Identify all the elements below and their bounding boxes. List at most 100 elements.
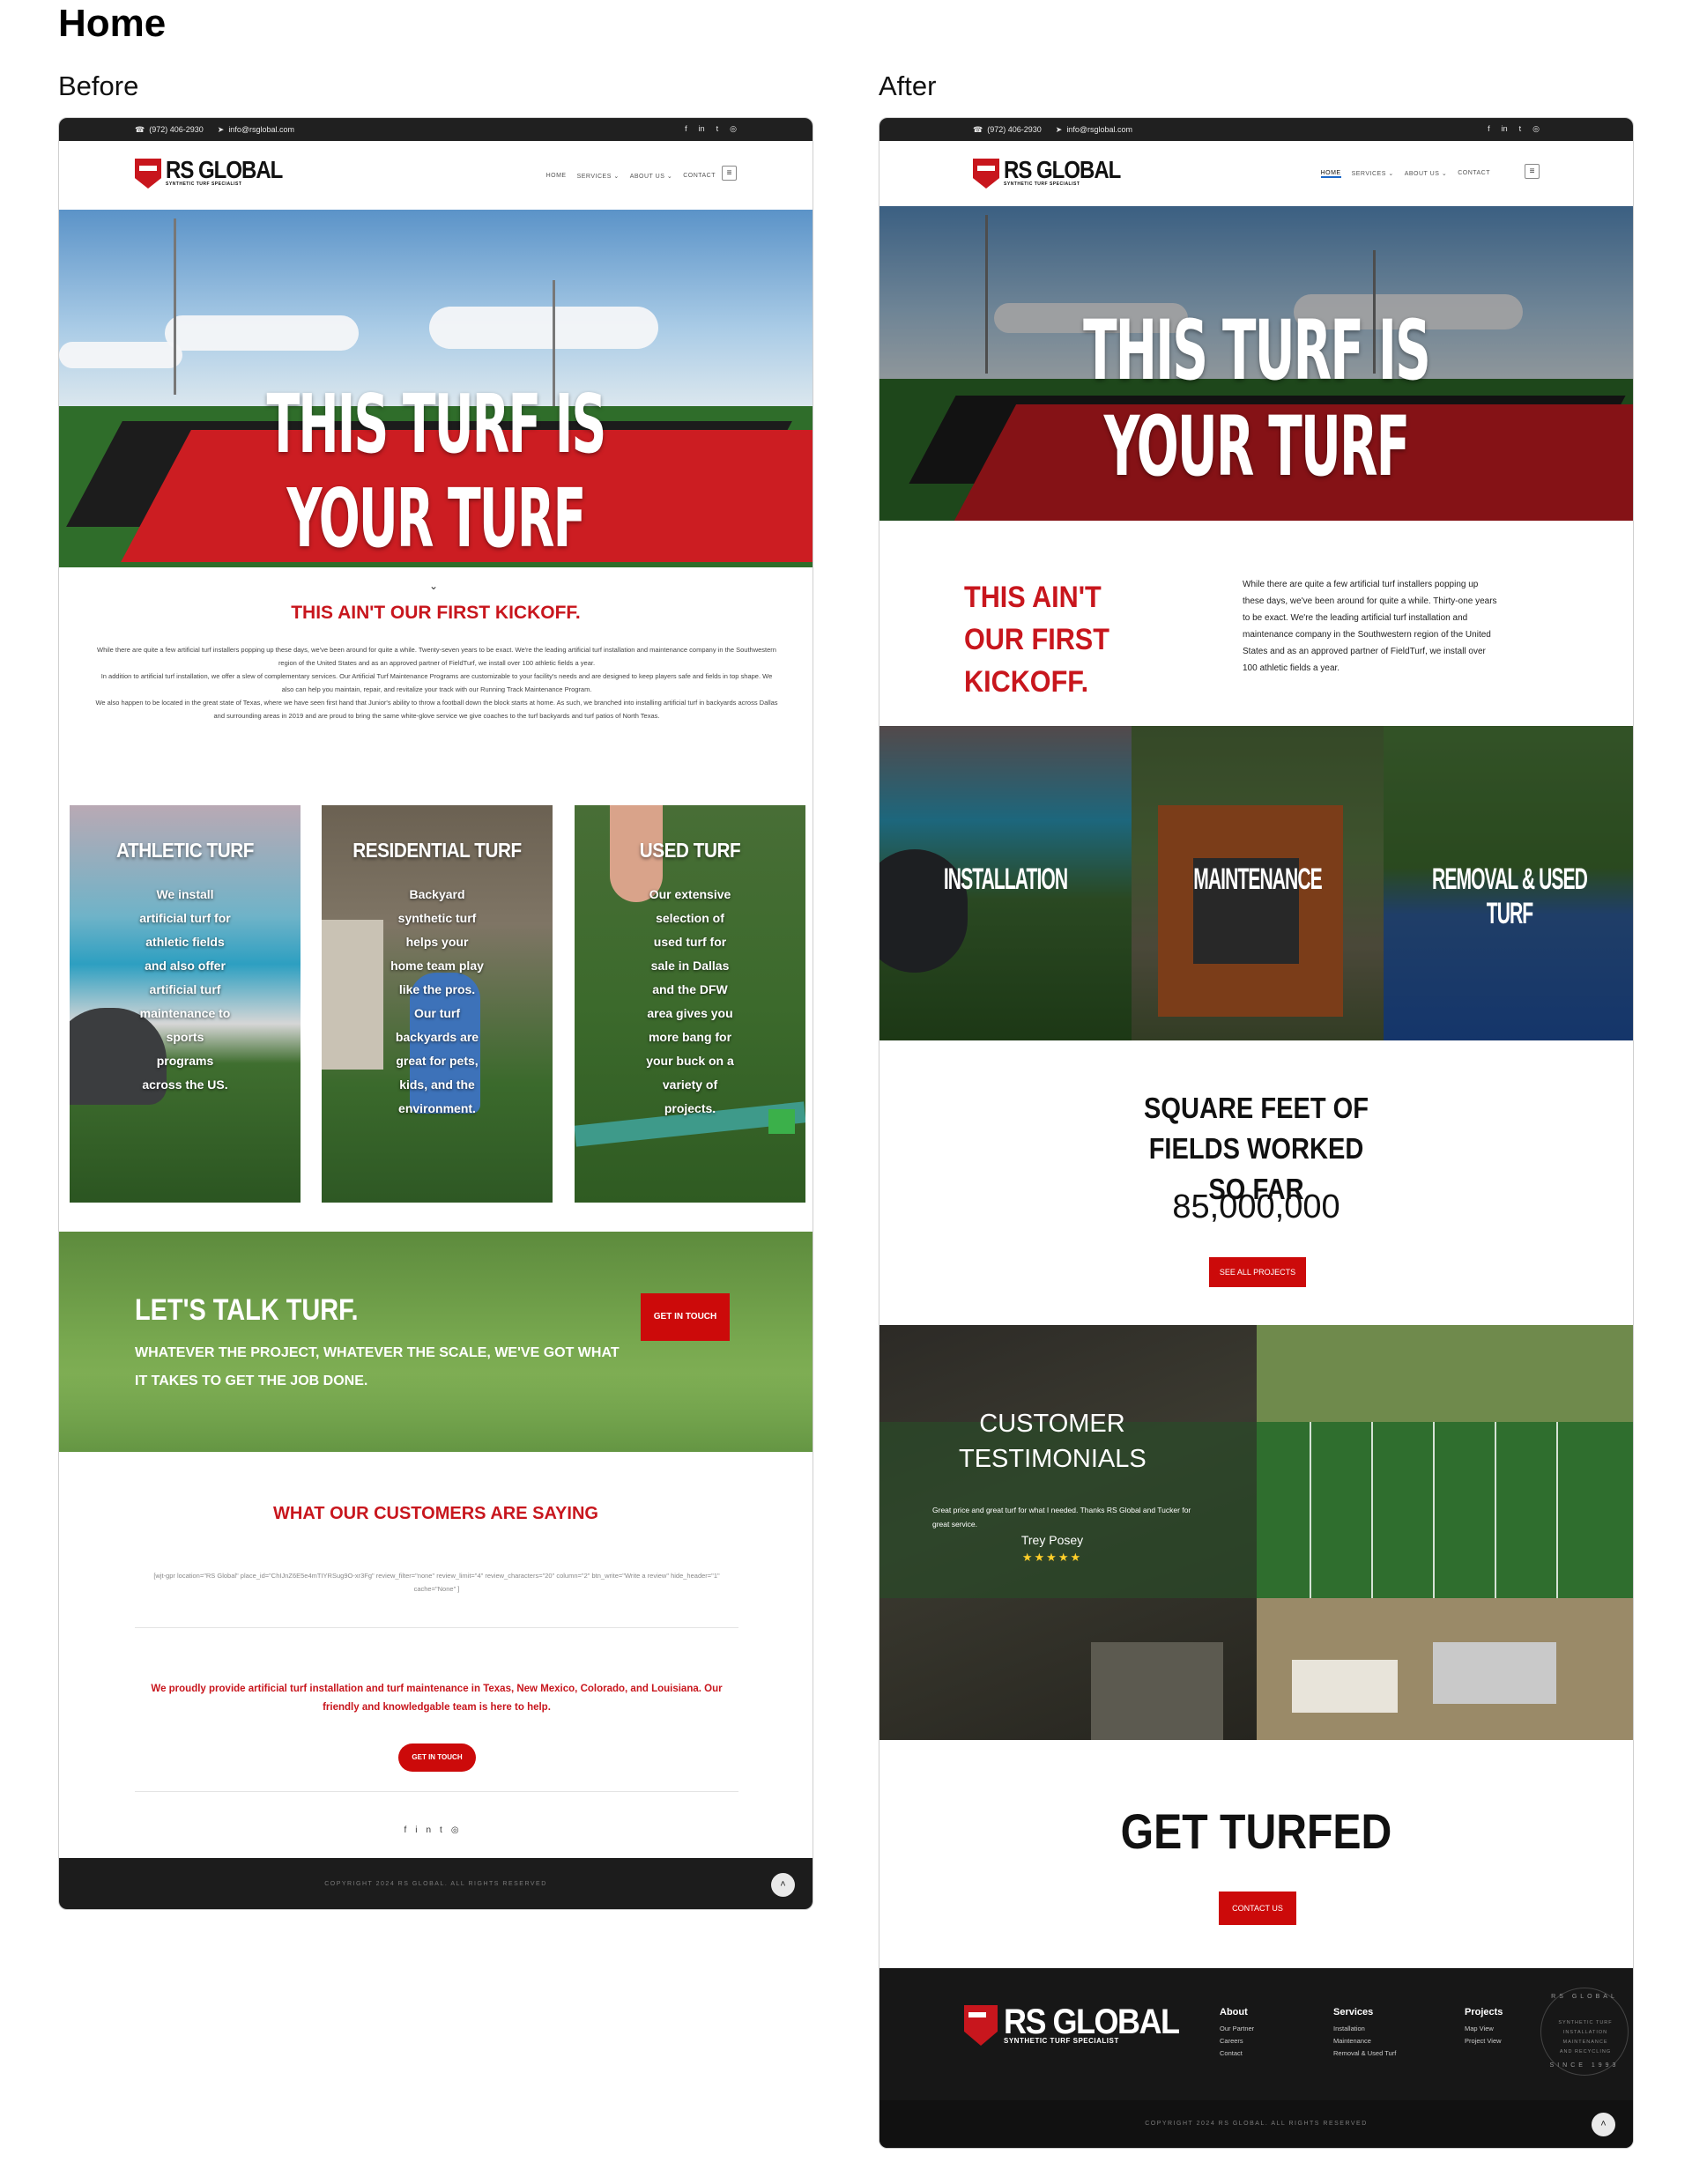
nav-about-label: ABOUT US [1404,171,1440,177]
top-bar: ☎ (972) 406-2930 ➤ info@rsglobal.com f in … [879,118,1633,141]
card-body: Our extensive selection of used turf for… [646,887,734,1115]
footer-link[interactable]: Project View [1465,2035,1503,2047]
footer-link[interactable]: Installation [1333,2023,1396,2035]
linkedin-icon[interactable]: in [1502,124,1508,134]
twitter-icon[interactable]: t [440,1825,451,1835]
facebook-icon[interactable]: f [404,1825,415,1835]
facebook-icon[interactable]: f [685,124,687,134]
card-title: RESIDENTIAL TURF [352,839,522,862]
after-label: After [879,70,937,101]
facebook-icon[interactable]: f [1488,124,1490,134]
scroll-down-icon[interactable]: ⌄ [429,580,438,592]
instagram-icon[interactable]: ◎ [451,1825,468,1835]
tile-removal-used-turf[interactable]: REMOVAL & USED TURF [1384,726,1633,1040]
footer: RS GLOBAL SYNTHETIC TURF SPECIALIST About… [879,1968,1633,2148]
nav-contact[interactable]: CONTACT [1458,170,1490,178]
after-site: ☎ (972) 406-2930 ➤ info@rsglobal.com f in … [879,117,1634,2149]
twitter-icon[interactable]: t [716,124,719,134]
footer-heading: About [1220,2007,1248,2017]
main-menu: HOME SERVICES ⌄ ABOUT US ⌄ CONTACT [546,173,716,180]
card-athletic-turf[interactable]: ATHLETIC TURF We install artificial turf… [70,805,301,1203]
card-used-turf[interactable]: USED TURF Our extensive selection of use… [575,805,805,1203]
nav-contact[interactable]: CONTACT [683,173,716,180]
intro-text: While there are quite a few artificial t… [1243,580,1497,673]
lets-talk-banner: LET'S TALK TURF. WHATEVER THE PROJECT, W… [59,1232,813,1452]
chevron-down-icon: ⌄ [613,174,620,180]
card-body: Backyard synthetic turf helps your home … [390,887,484,1115]
nav-home[interactable]: HOME [546,173,567,180]
hero: THIS TURF IS YOUR TURF [59,210,813,567]
get-turfed-heading: GET TURFED [1120,1803,1392,1859]
intro-paragraph: While there are quite a few artificial t… [97,646,776,667]
footer-bottom-bar: COPYRIGHT 2024 RS GLOBAL. ALL RIGHTS RES… [879,2100,1633,2148]
badge-line: SYNTHETIC TURF [1558,2020,1613,2025]
before-label: Before [58,70,139,101]
tile-label: MAINTENANCE [1193,862,1322,896]
logo[interactable]: RS GLOBAL SYNTHETIC TURF SPECIALIST [135,159,283,189]
rating-stars-icon: ★★★★★ [1021,1551,1083,1564]
nav-about[interactable]: ABOUT US ⌄ [1405,170,1447,178]
menu-icon[interactable]: ≡ [722,166,737,181]
nav-home[interactable]: HOME [1320,170,1341,178]
phone-text: (972) 406-2930 [987,125,1042,134]
linkedin-icon[interactable]: in [415,1825,440,1835]
contact-us-button[interactable]: CONTACT US [1219,1892,1296,1925]
footer-link[interactable]: Careers [1220,2035,1254,2047]
since-badge-icon: RS GLOBAL SYNTHETIC TURF INSTALLATION MA… [1540,1988,1629,2076]
email-text: info@rsglobal.com [1066,125,1132,134]
hero: THIS TURF IS YOUR TURF [879,206,1633,521]
footer: COPYRIGHT 2024 RS GLOBAL. ALL RIGHTS RES… [59,1858,813,1909]
copyright: COPYRIGHT 2024 RS GLOBAL. ALL RIGHTS RES… [1145,2121,1368,2127]
linkedin-icon[interactable]: in [699,124,705,134]
testimonials-section: CUSTOMER TESTIMONIALS Great price and gr… [879,1325,1633,1740]
scroll-top-icon[interactable]: ˄ [1592,2113,1615,2136]
footer-logo[interactable]: RS GLOBAL SYNTHETIC TURF SPECIALIST [964,2003,1180,2046]
get-in-touch-button[interactable]: GET IN TOUCH [398,1743,476,1772]
tile-maintenance[interactable]: MAINTENANCE [1132,726,1384,1040]
instagram-icon[interactable]: ◎ [730,124,737,134]
hero-headline: THIS TURF IS YOUR TURF [1083,303,1431,495]
phone-link[interactable]: ☎ (972) 406-2930 [973,125,1042,135]
twitter-icon[interactable]: t [1519,124,1522,134]
menu-icon[interactable]: ≡ [1525,164,1540,179]
nav-about[interactable]: ABOUT US ⌄ [630,173,672,180]
talk-heading: LET'S TALK TURF. [135,1293,359,1327]
phone-link[interactable]: ☎ (972) 406-2930 [135,125,204,135]
chevron-down-icon: ⌄ [1388,171,1394,177]
nav-services[interactable]: SERVICES ⌄ [577,173,620,180]
social-links: fint◎ [59,1825,813,1835]
instagram-icon[interactable]: ◎ [1532,124,1540,134]
card-title: ATHLETIC TURF [116,839,254,862]
footer-link[interactable]: Removal & Used Turf [1333,2047,1396,2060]
logo[interactable]: RS GLOBAL SYNTHETIC TURF SPECIALIST [973,159,1121,189]
get-in-touch-button[interactable]: GET IN TOUCH [641,1293,730,1341]
phone-icon: ☎ [973,125,983,134]
scroll-top-icon[interactable]: ˄ [771,1873,795,1897]
nav-services-label: SERVICES [576,174,612,180]
reviews-shortcode: [wjt-gpr location="RS Global" place_id="… [153,1572,720,1593]
service-area-text: We proudly provide artificial turf insta… [151,1684,723,1713]
customers-heading: WHAT OUR CUSTOMERS ARE SAYING [273,1504,598,1523]
see-all-projects-button[interactable]: SEE ALL PROJECTS [1209,1257,1306,1287]
copyright: COPYRIGHT 2024 RS GLOBAL. ALL RIGHTS RES… [324,1881,547,1887]
main-menu: HOME SERVICES ⌄ ABOUT US ⌄ CONTACT [1320,170,1490,178]
email-link[interactable]: ➤ info@rsglobal.com [1056,125,1132,135]
footer-link[interactable]: Contact [1220,2047,1254,2060]
intro-paragraph: In addition to artificial turf installat… [100,672,773,693]
tile-installation[interactable]: INSTALLATION [879,726,1132,1040]
talk-subtitle: WHATEVER THE PROJECT, WHATEVER THE SCALE… [135,1345,620,1388]
footer-link[interactable]: Our Partner [1220,2023,1254,2035]
testimonials-heading: CUSTOMER TESTIMONIALS [959,1410,1147,1473]
top-bar: ☎ (972) 406-2930 ➤ info@rsglobal.com f in … [59,118,813,141]
footer-link[interactable]: Maintenance [1333,2035,1396,2047]
badge-line: INSTALLATION [1562,2030,1608,2035]
nav-services[interactable]: SERVICES ⌄ [1352,170,1394,178]
before-site: ☎ (972) 406-2930 ➤ info@rsglobal.com f in … [58,117,813,1910]
shield-icon [135,159,161,189]
card-residential-turf[interactable]: RESIDENTIAL TURF Backyard synthetic turf… [322,805,553,1203]
kickoff-heading: THIS AIN'T OUR FIRST KICKOFF. [964,581,1109,699]
badge-line: AND RECYCLING [1559,2049,1612,2054]
email-link[interactable]: ➤ info@rsglobal.com [218,125,294,135]
footer-link[interactable]: Map View [1465,2023,1503,2035]
kickoff-heading: THIS AIN'T OUR FIRST KICKOFF. [291,603,581,623]
